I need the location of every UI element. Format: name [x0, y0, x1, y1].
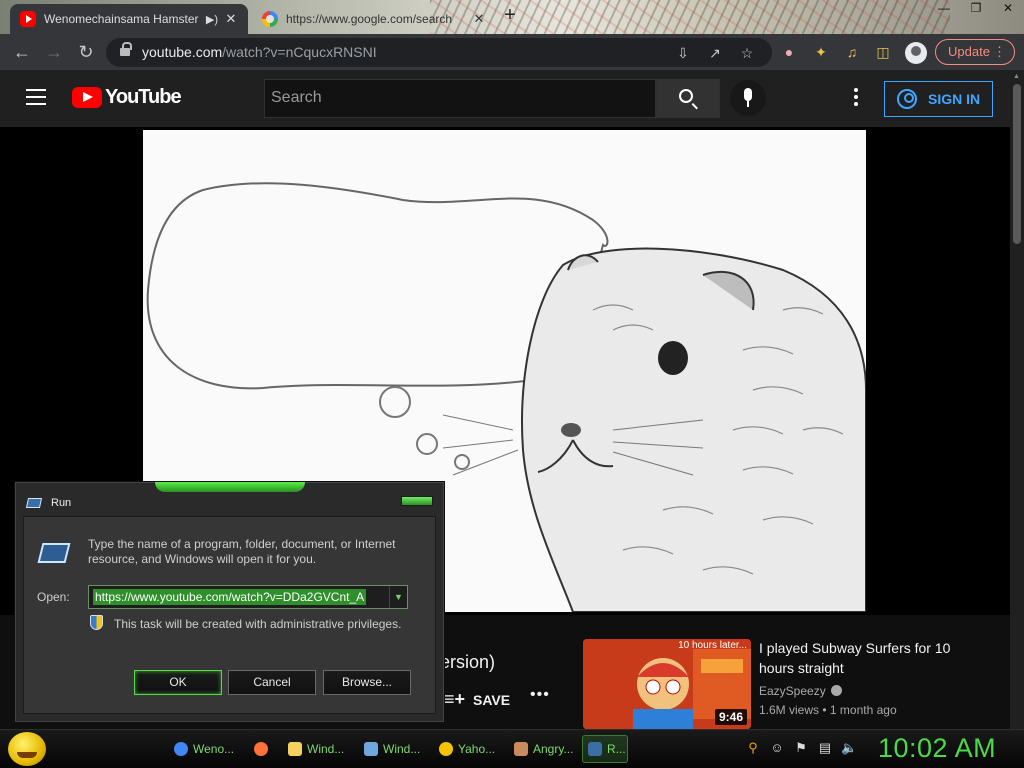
run-description: Type the name of a program, folder, docu…: [88, 537, 396, 566]
search-input[interactable]: Search: [264, 79, 656, 118]
firefox-icon: [254, 742, 268, 756]
browser-tab-strip: Wenomechainsama Hamster ▶) ✕ https://www…: [0, 0, 1024, 34]
youtube-wordmark: YouTube: [105, 86, 182, 108]
taskbar-item-explorer[interactable]: Wind...: [282, 735, 352, 763]
run-close-button[interactable]: [401, 496, 433, 506]
minimize-icon[interactable]: —: [928, 0, 960, 18]
youtube-play-logo-icon: [72, 87, 102, 108]
save-plus-icon: ≡+: [444, 689, 466, 709]
sign-in-button[interactable]: SIGN IN: [884, 81, 993, 117]
extensions-puzzle-icon[interactable]: ✦: [812, 43, 830, 61]
bookmark-star-icon[interactable]: ☆: [738, 44, 756, 62]
taskbar-item-firefox[interactable]: [248, 735, 276, 763]
start-button-smiley-icon[interactable]: [8, 732, 46, 766]
url-text[interactable]: youtube.com/watch?v=nCqucxRNSNI: [142, 44, 377, 60]
tab-google[interactable]: https://www.google.com/search ✕: [252, 4, 496, 34]
tab-title: https://www.google.com/search: [286, 12, 453, 26]
reload-icon[interactable]: ↻: [76, 43, 96, 63]
recommended-video-title[interactable]: I played Subway Surfers for 10 hours str…: [759, 638, 979, 678]
account-icon: [897, 89, 917, 109]
recommended-channel-name[interactable]: EazySpeezy: [759, 684, 842, 698]
search-button[interactable]: [656, 79, 720, 118]
recommended-video-meta: 1.6M views • 1 month ago: [759, 703, 897, 717]
scrollbar-thumb[interactable]: [1013, 84, 1021, 244]
uac-shield-icon: [90, 615, 103, 630]
run-dialog-body: Type the name of a program, folder, docu…: [23, 516, 436, 714]
dialog-glow-accent: [155, 482, 305, 492]
run-dialog: Run Type the name of a program, folder, …: [14, 481, 445, 723]
share-icon[interactable]: ↗: [706, 44, 724, 62]
admin-privileges-note: This task will be created with administr…: [114, 617, 402, 631]
browse-button[interactable]: Browse...: [323, 670, 411, 695]
cancel-button[interactable]: Cancel: [228, 670, 316, 695]
network-icon[interactable]: ▤: [817, 739, 833, 757]
update-button[interactable]: Update ⋮: [935, 39, 1015, 65]
install-app-icon[interactable]: ⇩: [674, 44, 692, 62]
tab-youtube[interactable]: Wenomechainsama Hamster ▶) ✕: [10, 4, 248, 34]
browser-toolbar: ← → ↻ youtube.com/watch?v=nCqucxRNSNI ⇩ …: [0, 34, 1024, 70]
run-program-icon: [37, 543, 71, 563]
open-combobox[interactable]: https://www.youtube.com/watch?v=DDa2GVCn…: [88, 585, 408, 609]
video-title: ersion): [440, 652, 496, 672]
restore-icon[interactable]: ❐: [960, 0, 992, 18]
extension-flag-icon[interactable]: ●: [780, 43, 798, 61]
folder-icon: [288, 742, 302, 756]
verified-check-icon: [830, 685, 842, 696]
yahoo-smiley-icon: [439, 742, 453, 756]
new-tab-icon[interactable]: +: [500, 5, 520, 26]
forward-icon[interactable]: →: [44, 43, 64, 63]
taskbar-item-chrome[interactable]: Weno...: [168, 735, 238, 763]
page-scrollbar[interactable]: ▲: [1010, 70, 1024, 730]
run-app-icon: [588, 742, 602, 756]
taskbar-item-run[interactable]: R...: [582, 735, 628, 763]
youtube-masthead: YouTube Search SIGN IN: [0, 70, 1024, 127]
profile-avatar-icon[interactable]: [905, 42, 927, 64]
open-label: Open:: [37, 590, 70, 604]
youtube-favicon-icon: [20, 11, 36, 27]
close-tab-icon[interactable]: ✕: [470, 11, 488, 27]
taskbar: Weno... Wind... Wind... Yaho... Angry...…: [0, 729, 1024, 768]
search-tray-icon[interactable]: ⚲: [745, 739, 761, 757]
window-controls: — ❐ ✕: [928, 0, 1024, 18]
taskbar-item-yahoo[interactable]: Yaho...: [433, 735, 503, 763]
messenger-tray-icon[interactable]: ☺: [769, 739, 785, 757]
volume-icon[interactable]: 🔈: [841, 739, 857, 757]
address-bar[interactable]: youtube.com/watch?v=nCqucxRNSNI ⇩ ↗ ☆: [106, 38, 772, 67]
search-icon: [679, 89, 693, 103]
more-actions-icon[interactable]: •••: [530, 686, 550, 704]
angry-app-icon: [514, 742, 528, 756]
close-window-icon[interactable]: ✕: [992, 0, 1024, 18]
back-icon[interactable]: ←: [12, 43, 32, 63]
thumbnail-caption: 10 hours later...: [678, 640, 747, 651]
run-title-icon: [25, 498, 43, 508]
chevron-down-icon[interactable]: ▼: [389, 586, 407, 608]
voice-search-mic-icon[interactable]: [730, 80, 766, 116]
taskbar-clock[interactable]: 10:02 AM: [878, 733, 996, 764]
taskbar-item-angry[interactable]: Angry...: [508, 735, 580, 763]
audio-playing-icon[interactable]: ▶): [206, 13, 218, 26]
guide-menu-icon[interactable]: [26, 89, 46, 105]
tab-title: Wenomechainsama Hamster: [44, 12, 199, 26]
youtube-logo[interactable]: YouTube: [72, 86, 182, 109]
side-panel-icon[interactable]: ◫: [874, 43, 892, 61]
lock-icon[interactable]: [120, 42, 132, 58]
chrome-icon: [174, 742, 188, 756]
settings-kebab-icon[interactable]: [846, 86, 866, 110]
run-dialog-titlebar[interactable]: Run: [25, 494, 435, 514]
scroll-up-icon[interactable]: ▲: [1013, 73, 1020, 80]
action-center-flag-icon[interactable]: ⚑: [793, 739, 809, 757]
open-field-value[interactable]: https://www.youtube.com/watch?v=DDa2GVCn…: [93, 589, 367, 605]
menu-dots-icon: ⋮: [993, 44, 1006, 59]
ok-button[interactable]: OK: [134, 670, 222, 695]
recommended-video-thumbnail[interactable]: 10 hours later... 9:46: [583, 639, 751, 729]
media-controls-icon[interactable]: ♫: [843, 43, 861, 61]
run-dialog-title: Run: [51, 497, 72, 509]
window-app-icon: [364, 742, 378, 756]
taskbar-item-windows[interactable]: Wind...: [358, 735, 428, 763]
close-tab-icon[interactable]: ✕: [222, 11, 240, 27]
video-duration-badge: 9:46: [714, 709, 747, 725]
save-button[interactable]: ≡+ SAVE: [444, 689, 510, 710]
google-favicon-icon: [262, 11, 278, 27]
